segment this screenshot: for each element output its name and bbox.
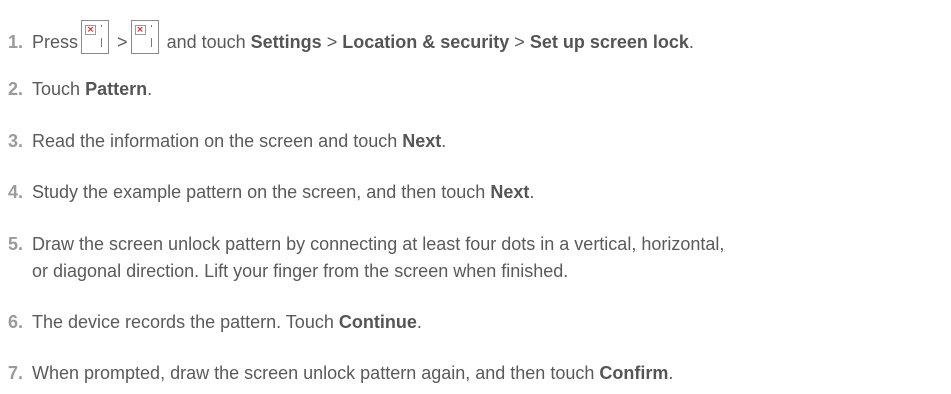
period: .	[416, 312, 422, 332]
settings-label: Settings	[250, 32, 322, 52]
period: .	[688, 32, 694, 52]
set-up-screen-lock-label: Set up screen lock	[529, 32, 689, 52]
step-text: Touch Pattern.	[32, 76, 152, 102]
step-number: 7.	[8, 363, 24, 383]
menu-icon: ×	[81, 20, 110, 54]
step-number: 4.	[8, 182, 24, 202]
step-5: 5. Draw the screen unlock pattern by con…	[8, 231, 724, 285]
separator: >	[117, 32, 128, 52]
step-number: 5.	[8, 234, 24, 254]
pattern-label: Pattern	[85, 79, 148, 99]
next-label: Next	[490, 182, 530, 202]
step-4: 4. Study the example pattern on the scre…	[8, 179, 534, 205]
step-text-line: or diagonal direction. Lift your finger …	[32, 261, 569, 281]
step-text: The device records the pattern. Touch Co…	[32, 309, 422, 335]
step-number: 1.	[8, 32, 24, 52]
location-security-label: Location & security	[342, 32, 510, 52]
period: .	[668, 363, 674, 383]
next-label: Next	[402, 131, 442, 151]
step-text-segment: and touch	[166, 32, 246, 52]
step-1: 1. Press × > × and touch Settings > Locati…	[8, 20, 694, 55]
step-text: Read the information on the screen and t…	[32, 128, 446, 154]
step-text: Draw the screen unlock pattern by connec…	[32, 231, 724, 285]
step-6: 6. The device records the pattern. Touch…	[8, 309, 422, 335]
separator: >	[326, 32, 338, 52]
step-text-segment: Study the example pattern on the screen,…	[32, 182, 486, 202]
step-text: When prompted, draw the screen unlock pa…	[32, 360, 673, 386]
menu-icon: ×	[130, 20, 159, 54]
step-text-line: Draw the screen unlock pattern by connec…	[32, 234, 725, 254]
period: .	[441, 131, 447, 151]
step-number: 2.	[8, 79, 24, 99]
step-text-segment: Press	[32, 32, 79, 52]
separator: >	[514, 32, 525, 52]
confirm-label: Confirm	[599, 363, 669, 383]
step-text: Study the example pattern on the screen,…	[32, 179, 534, 205]
step-text-segment: Read the information on the screen and t…	[32, 131, 398, 151]
step-2: 2. Touch Pattern.	[8, 76, 152, 102]
period: .	[529, 182, 535, 202]
step-7: 7. When prompted, draw the screen unlock…	[8, 360, 673, 386]
continue-label: Continue	[338, 312, 417, 332]
step-text: Press × > × and touch Settings > Location …	[32, 20, 694, 55]
step-number: 6.	[8, 312, 24, 332]
period: .	[147, 79, 153, 99]
step-number: 3.	[8, 131, 24, 151]
step-3: 3. Read the information on the screen an…	[8, 128, 446, 154]
step-text-segment: Touch	[32, 79, 81, 99]
step-text-segment: When prompted, draw the screen unlock pa…	[32, 363, 595, 383]
step-text-segment: The device records the pattern. Touch	[32, 312, 334, 332]
